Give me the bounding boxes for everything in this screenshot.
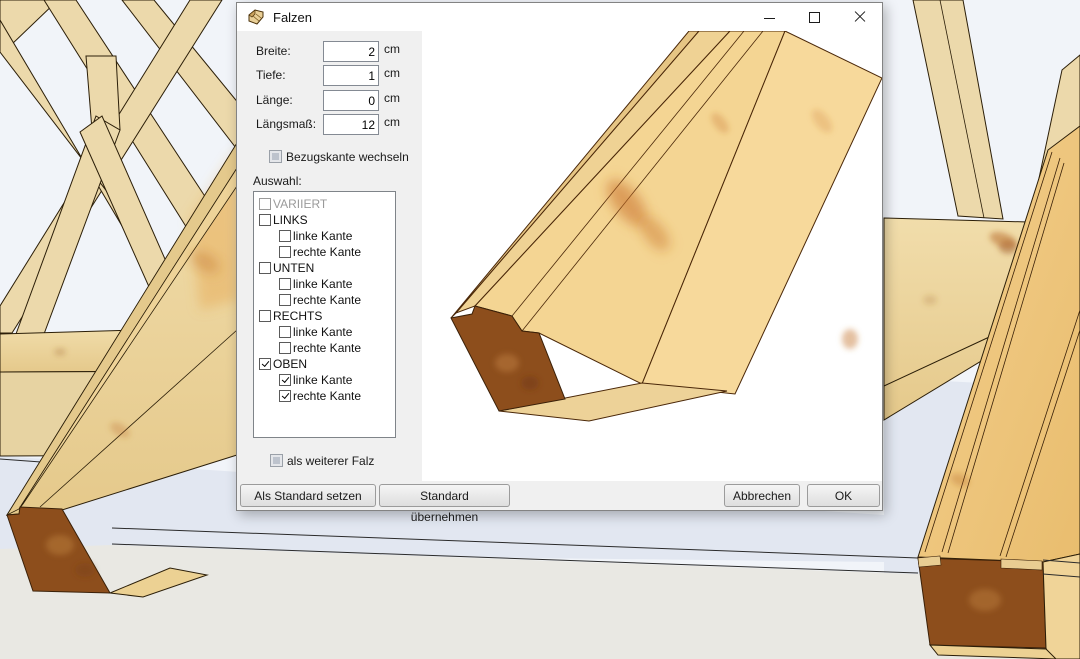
- checkbox[interactable]: [259, 198, 271, 210]
- laenge-unit: cm: [384, 91, 400, 105]
- tree-item-rechts[interactable]: RECHTS: [254, 308, 395, 324]
- als-standard-setzen-button[interactable]: Als Standard setzen: [240, 484, 376, 507]
- close-button[interactable]: [837, 3, 882, 31]
- tree-item-oben-rechte-kante[interactable]: rechte Kante: [254, 388, 395, 404]
- laenge-input[interactable]: [323, 90, 379, 111]
- maximize-icon: [809, 12, 820, 23]
- breite-unit: cm: [384, 42, 400, 56]
- ok-button[interactable]: OK: [807, 484, 880, 507]
- tree-item-rechts-linke-kante[interactable]: linke Kante: [254, 324, 395, 340]
- bezugskante-label: Bezugskante wechseln: [286, 150, 409, 164]
- tree-item-oben[interactable]: OBEN: [254, 356, 395, 372]
- dialog-title: Falzen: [273, 10, 312, 25]
- close-icon: [854, 11, 866, 23]
- checkbox[interactable]: [279, 246, 291, 258]
- dialog-body: Breite: cm Tiefe: cm Länge: cm Längsmaß:…: [237, 31, 882, 510]
- tree-item-oben-linke-kante[interactable]: linke Kante: [254, 372, 395, 388]
- abbrechen-button[interactable]: Abbrechen: [724, 484, 800, 507]
- checkbox[interactable]: [259, 262, 271, 274]
- checkbox[interactable]: [279, 230, 291, 242]
- tiefe-label: Tiefe:: [256, 68, 286, 82]
- tree-item-variiert[interactable]: VARIIERT: [254, 196, 395, 212]
- minimize-icon: [764, 18, 775, 19]
- auswahl-label: Auswahl:: [253, 174, 302, 188]
- tree-item-links[interactable]: LINKS: [254, 212, 395, 228]
- minimize-button[interactable]: [747, 3, 792, 31]
- checkbox[interactable]: [259, 214, 271, 226]
- laengsmass-label: Längsmaß:: [256, 117, 316, 131]
- checkbox-checked[interactable]: [279, 390, 291, 402]
- checkbox[interactable]: [259, 310, 271, 322]
- tiefe-unit: cm: [384, 66, 400, 80]
- falz-preview-3d: [422, 31, 882, 481]
- falz-dialog-icon: [248, 9, 265, 26]
- checkbox-checked[interactable]: [259, 358, 271, 370]
- checkbox-checked[interactable]: [279, 374, 291, 386]
- checkbox[interactable]: [279, 326, 291, 338]
- tree-item-unten-linke-kante[interactable]: linke Kante: [254, 276, 395, 292]
- breite-input[interactable]: [323, 41, 379, 62]
- weiterer-falz-checkbox[interactable]: [270, 454, 283, 467]
- dialog-titlebar[interactable]: Falzen: [237, 3, 882, 31]
- tree-item-links-linke-kante[interactable]: linke Kante: [254, 228, 395, 244]
- bezugskante-checkbox[interactable]: [269, 150, 282, 163]
- weiterer-falz-label: als weiterer Falz: [287, 454, 374, 468]
- application-window: Falzen: [0, 0, 1080, 659]
- tree-item-unten-rechte-kante[interactable]: rechte Kante: [254, 292, 395, 308]
- falzen-dialog: Falzen: [236, 2, 883, 511]
- checkbox[interactable]: [279, 278, 291, 290]
- maximize-button[interactable]: [792, 3, 837, 31]
- tree-item-rechts-rechte-kante[interactable]: rechte Kante: [254, 340, 395, 356]
- tree-item-unten[interactable]: UNTEN: [254, 260, 395, 276]
- laengsmass-input[interactable]: [323, 114, 379, 135]
- laengsmass-unit: cm: [384, 115, 400, 129]
- checkbox[interactable]: [279, 294, 291, 306]
- auswahl-listbox[interactable]: VARIIERT LINKS linke Kante rechte Kante …: [253, 191, 396, 438]
- breite-label: Breite:: [256, 44, 291, 58]
- standard-uebernehmen-button[interactable]: Standard übernehmen: [379, 484, 510, 507]
- tiefe-input[interactable]: [323, 65, 379, 86]
- tree-item-links-rechte-kante[interactable]: rechte Kante: [254, 244, 395, 260]
- laenge-label: Länge:: [256, 93, 293, 107]
- checkbox[interactable]: [279, 342, 291, 354]
